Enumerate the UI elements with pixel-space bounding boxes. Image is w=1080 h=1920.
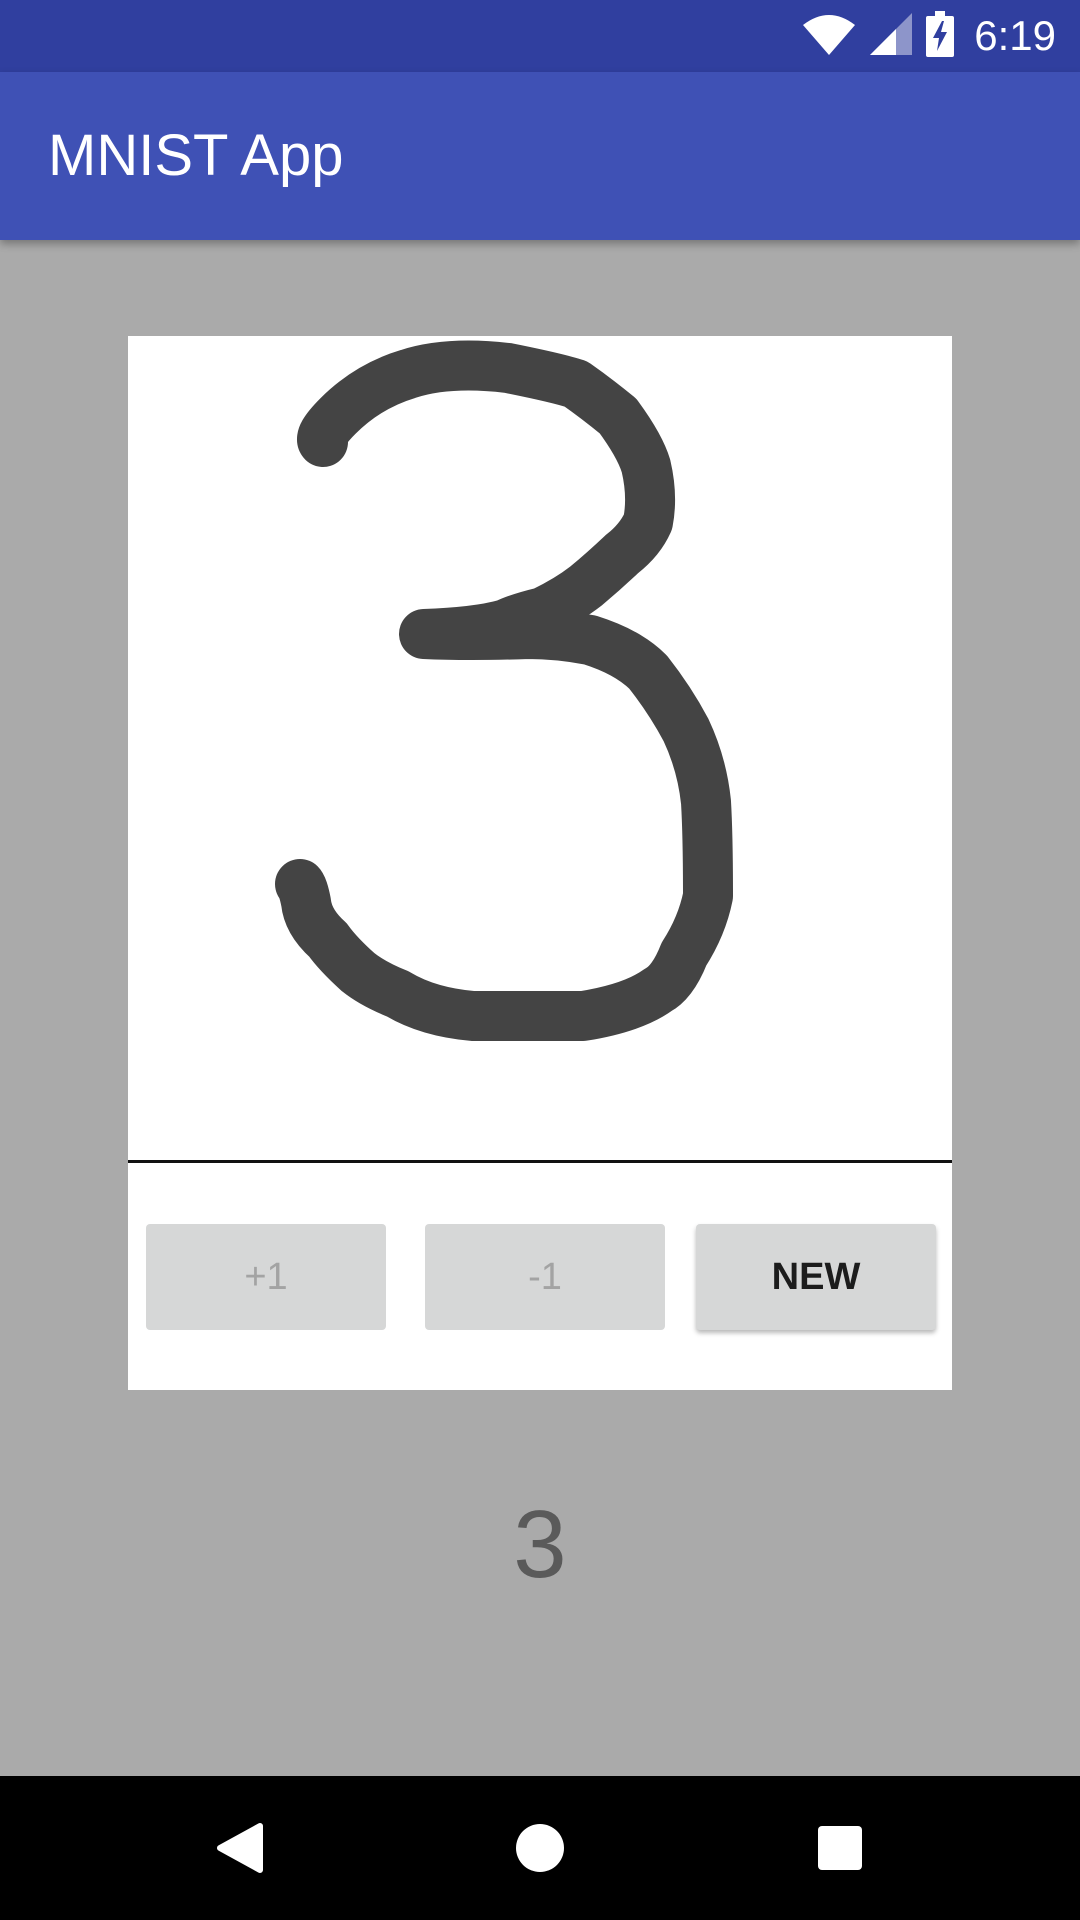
app-bar: MNIST App: [0, 72, 1080, 240]
minus-one-button[interactable]: -1: [425, 1224, 665, 1330]
battery-charging-icon: [926, 10, 955, 62]
navigation-bar: [0, 1776, 1080, 1920]
new-button[interactable]: NEW: [696, 1224, 936, 1330]
cellular-signal-icon: [870, 12, 913, 60]
prediction-result: 3: [513, 1491, 567, 1598]
recents-button[interactable]: [760, 1776, 920, 1920]
back-icon: [217, 1823, 263, 1873]
status-icons: 6:19: [802, 0, 1056, 72]
app-title: MNIST App: [48, 123, 344, 188]
drawing-canvas[interactable]: [128, 336, 952, 1160]
digit-stroke: [275, 340, 733, 1041]
status-bar: 6:19: [0, 0, 1080, 72]
home-icon: [516, 1824, 564, 1872]
drawing-card: +1 -1 NEW: [128, 336, 952, 1390]
plus-one-button[interactable]: +1: [146, 1224, 386, 1330]
home-button[interactable]: [460, 1776, 620, 1920]
status-time: 6:19: [974, 12, 1056, 59]
back-button[interactable]: [160, 1776, 320, 1920]
recents-icon: [818, 1826, 862, 1870]
canvas-divider: [128, 1160, 952, 1163]
wifi-icon: [802, 13, 856, 60]
